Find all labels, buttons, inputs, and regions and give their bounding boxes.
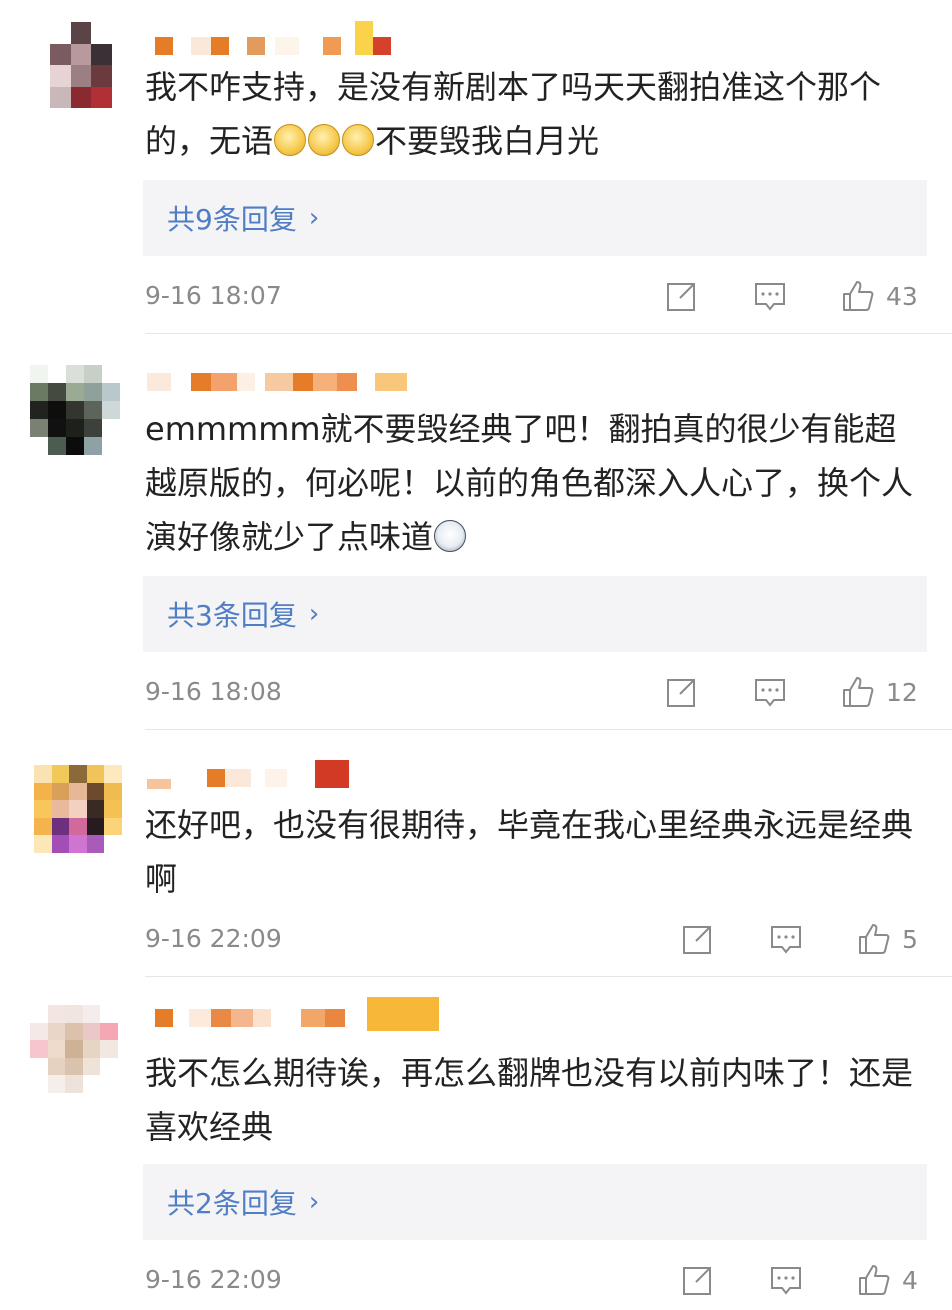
chevron-right-icon: › (308, 599, 320, 629)
comment-icon[interactable] (752, 278, 788, 314)
avatar[interactable] (50, 22, 112, 108)
comment-text: 我不咋支持，是没有新剧本了吗天天翻拍准这个那个的，无语 不要毁我白月光 (145, 68, 882, 160)
comment-actions: 4 (680, 1260, 918, 1300)
share-icon[interactable] (680, 921, 716, 957)
timestamp: 9-16 18:08 (145, 677, 282, 706)
username-blurred[interactable] (145, 21, 391, 60)
timestamp: 9-16 22:09 (145, 1265, 282, 1294)
thumbs-up-icon[interactable] (856, 1262, 892, 1298)
divider (145, 333, 952, 334)
comment-icon[interactable] (768, 921, 804, 957)
username-blurred[interactable] (145, 760, 349, 792)
replies-link[interactable]: 共2条回复 (167, 1182, 297, 1222)
smile-emoji-icon (308, 124, 341, 156)
like-count: 12 (886, 677, 918, 707)
replies-link[interactable]: 共9条回复 (167, 198, 297, 238)
replies-box[interactable]: 共3条回复 › (143, 576, 927, 652)
username-blurred[interactable] (145, 997, 439, 1032)
timestamp: 9-16 18:07 (145, 281, 282, 310)
comment-text: 我不怎么期待诶，再怎么翻牌也没有以前内味了！还是喜欢经典 (145, 1054, 914, 1146)
comment-meta: 9-16 18:07 43 (0, 276, 952, 316)
username-blurred[interactable] (145, 368, 407, 396)
comment-actions: 5 (680, 919, 918, 959)
avatar[interactable] (34, 765, 122, 853)
share-icon[interactable] (680, 1262, 716, 1298)
replies-box[interactable]: 共9条回复 › (143, 180, 927, 256)
comment-icon[interactable] (752, 674, 788, 710)
thumbs-up-icon[interactable] (840, 278, 876, 314)
chevron-right-icon: › (308, 1187, 320, 1217)
comment-actions: 12 (664, 672, 918, 712)
avatar[interactable] (30, 1005, 118, 1093)
comment-actions: 43 (664, 276, 918, 316)
like-count: 43 (886, 281, 918, 311)
chevron-right-icon: › (308, 203, 320, 233)
comment-text: 还好吧，也没有很期待，毕竟在我心里经典永远是经典啊 (145, 806, 914, 898)
smile-emoji-icon (274, 124, 307, 156)
dog-emoji-icon (434, 520, 467, 552)
like-count: 4 (902, 1265, 918, 1295)
share-icon[interactable] (664, 278, 700, 314)
comment-meta: 9-16 22:09 4 (0, 1260, 952, 1300)
divider (145, 729, 952, 730)
thumbs-up-icon[interactable] (856, 921, 892, 957)
share-icon[interactable] (664, 674, 700, 710)
comment-icon[interactable] (768, 1262, 804, 1298)
replies-box[interactable]: 共2条回复 › (143, 1164, 927, 1240)
smile-emoji-icon (342, 124, 375, 156)
comment-meta: 9-16 18:08 12 (0, 672, 952, 712)
thumbs-up-icon[interactable] (840, 674, 876, 710)
replies-link[interactable]: 共3条回复 (167, 594, 297, 634)
comment-meta: 9-16 22:09 5 (0, 919, 952, 959)
like-count: 5 (902, 924, 918, 954)
timestamp: 9-16 22:09 (145, 924, 282, 953)
divider (145, 976, 952, 977)
avatar[interactable] (30, 365, 120, 455)
comment-text: emmmmm就不要毁经典了吧！翻拍真的很少有能超越原版的，何必呢！以前的角色都深… (145, 410, 914, 556)
